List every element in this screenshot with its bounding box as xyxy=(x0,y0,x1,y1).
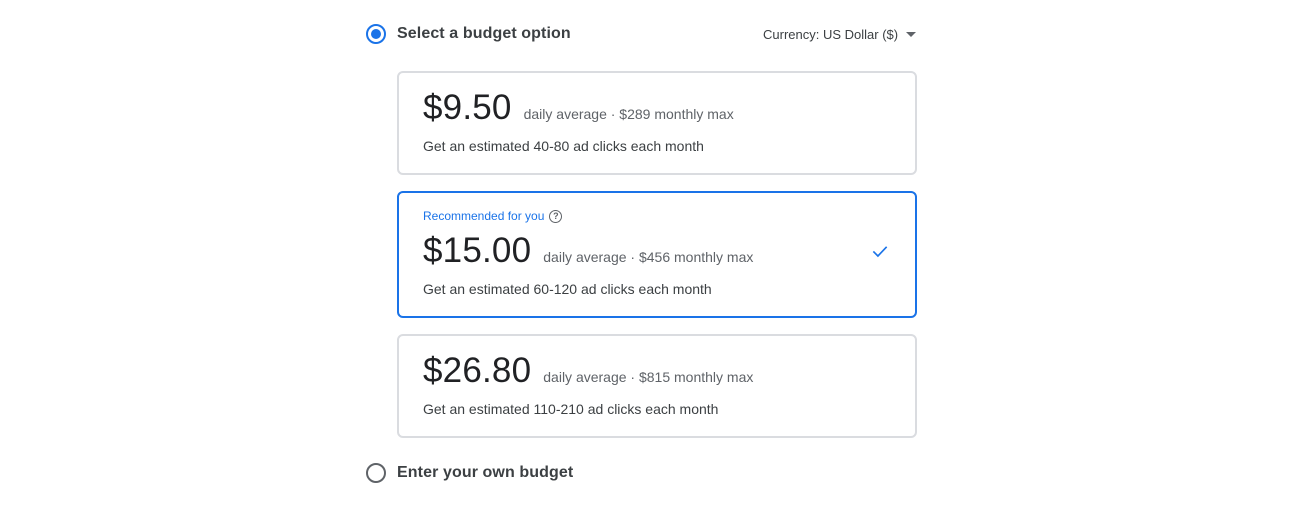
recommended-label-row: Recommended for you ? xyxy=(423,209,563,223)
price-detail: daily average · $289 monthly max xyxy=(523,106,734,122)
budget-option-radio[interactable] xyxy=(366,24,386,44)
price-detail: daily average · $456 monthly max xyxy=(543,249,754,265)
daily-price: $15.00 xyxy=(423,231,532,270)
own-budget-radio-row[interactable]: Enter your own budget xyxy=(366,462,573,484)
currency-dropdown[interactable]: Currency: US Dollar ($) xyxy=(763,27,917,42)
click-estimate: Get an estimated 60-120 ad clicks each m… xyxy=(423,281,712,297)
currency-label: Currency: US Dollar ($) xyxy=(763,27,899,42)
own-budget-label: Enter your own budget xyxy=(397,464,574,481)
budget-card-high[interactable]: $26.80 daily average · $815 monthly max … xyxy=(397,334,917,438)
price-row: $15.00 daily average · $456 monthly max xyxy=(423,231,753,271)
price-row: $9.50 daily average · $289 monthly max xyxy=(423,88,734,128)
click-estimate: Get an estimated 110-210 ad clicks each … xyxy=(423,401,719,417)
recommended-label: Recommended for you xyxy=(423,209,545,223)
daily-price: $9.50 xyxy=(423,88,512,127)
price-detail: daily average · $815 monthly max xyxy=(543,369,754,385)
budget-card-recommended[interactable]: Recommended for you ? $15.00 daily avera… xyxy=(397,191,917,318)
price-row: $26.80 daily average · $815 monthly max xyxy=(423,351,753,391)
daily-price: $26.80 xyxy=(423,351,532,390)
select-budget-option-radio-row[interactable]: Select a budget option xyxy=(366,23,571,45)
help-icon[interactable]: ? xyxy=(549,209,563,223)
budget-section: Select a budget option Currency: US Doll… xyxy=(0,0,1306,527)
own-budget-radio[interactable] xyxy=(366,463,386,483)
budget-card-low[interactable]: $9.50 daily average · $289 monthly max G… xyxy=(397,71,917,175)
click-estimate: Get an estimated 40-80 ad clicks each mo… xyxy=(423,138,704,154)
dropdown-caret-icon xyxy=(906,32,917,37)
checkmark-icon xyxy=(872,246,888,258)
budget-option-label: Select a budget option xyxy=(397,25,571,42)
